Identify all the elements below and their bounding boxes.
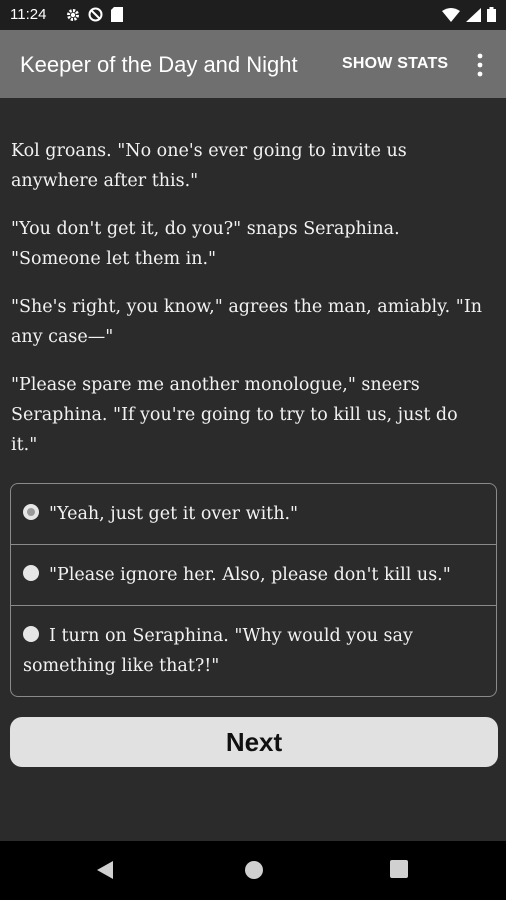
status-icons-left	[66, 7, 123, 22]
status-bar: 11:24	[0, 0, 506, 30]
story-paragraph: "You don't get it, do you?" snaps Seraph…	[11, 219, 400, 269]
story-paragraph: "Please spare me another monologue," sne…	[11, 375, 458, 455]
signal-icon	[466, 7, 481, 22]
sd-card-icon	[111, 7, 123, 22]
status-time: 11:24	[10, 6, 47, 23]
wifi-icon	[442, 7, 460, 22]
back-icon[interactable]	[96, 860, 114, 880]
show-stats-button[interactable]: SHOW STATS	[342, 55, 448, 73]
app-title: Keeper of the Day and Night	[20, 52, 298, 77]
dnd-icon	[88, 7, 103, 22]
home-icon[interactable]	[244, 860, 264, 880]
settings-icon	[67, 8, 79, 21]
radio-selected-icon[interactable]	[23, 504, 39, 520]
choice-label: "Please ignore her. Also, please don't k…	[49, 565, 451, 585]
app-bar: Keeper of the Day and Night SHOW STATS	[0, 30, 506, 98]
story-paragraph: "She's right, you know," agrees the man,…	[11, 297, 483, 347]
choice-option-2[interactable]: "Please ignore her. Also, please don't k…	[11, 545, 496, 606]
choice-option-3[interactable]: I turn on Seraphina. "Why would you say …	[11, 606, 496, 696]
choice-label: I turn on Seraphina. "Why would you say …	[23, 626, 413, 676]
radio-unselected-icon[interactable]	[23, 565, 39, 581]
radio-unselected-icon[interactable]	[23, 626, 39, 642]
navigation-bar	[0, 841, 506, 900]
status-icons-right	[442, 7, 496, 22]
story-text: Kol groans. "No one's ever going to invi…	[11, 136, 489, 478]
choice-option-1[interactable]: "Yeah, just get it over with."	[11, 484, 496, 545]
battery-icon	[487, 7, 496, 22]
more-vert-icon[interactable]	[470, 52, 490, 78]
choice-list: "Yeah, just get it over with." "Please i…	[10, 483, 497, 697]
story-paragraph: Kol groans. "No one's ever going to invi…	[11, 141, 407, 191]
next-button[interactable]: Next	[10, 717, 498, 767]
choice-label: "Yeah, just get it over with."	[49, 504, 299, 524]
recents-icon[interactable]	[390, 860, 408, 878]
